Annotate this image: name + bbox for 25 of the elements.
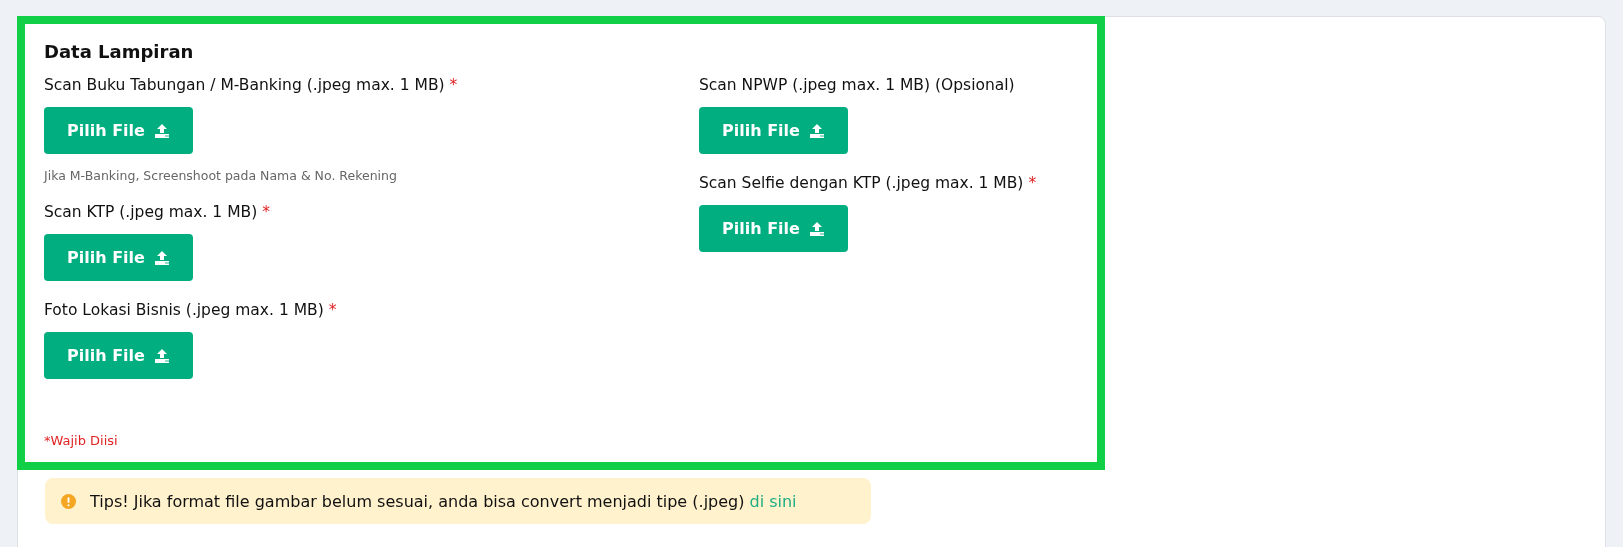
field-label: Scan Buku Tabungan / M-Banking (.jpeg max. 1 MB) — [44, 76, 445, 94]
upload-icon — [153, 347, 170, 364]
choose-file-button[interactable]: Pilih File — [44, 234, 193, 281]
choose-file-button[interactable]: Pilih File — [699, 205, 848, 252]
tip-link[interactable]: di sini — [749, 491, 797, 511]
field-label: Scan NPWP (.jpeg max. 1 MB) (Opsional) — [699, 76, 1015, 94]
required-mark: * — [262, 203, 270, 221]
choose-file-button[interactable]: Pilih File — [44, 107, 193, 154]
choose-file-button[interactable]: Pilih File — [44, 332, 193, 379]
required-note: *Wajib Diisi — [44, 433, 119, 448]
upload-icon — [808, 220, 825, 237]
section-title: Data Lampiran — [44, 41, 195, 62]
field-label: Scan Selfie dengan KTP (.jpeg max. 1 MB) — [699, 174, 1024, 192]
tip-text: Tips! Jika format file gambar belum sesuai, anda bisa convert menjadi tipe (.jpeg) — [90, 491, 745, 511]
required-mark: * — [328, 301, 337, 319]
warning-icon — [61, 493, 76, 509]
upload-icon — [153, 122, 170, 139]
required-mark: * — [1028, 174, 1037, 192]
upload-icon — [808, 122, 825, 139]
choose-file-button[interactable]: Pilih File — [699, 107, 848, 154]
field-label: Scan KTP (.jpeg max. 1 MB) — [44, 203, 258, 221]
field-hint: Jika M-Banking, Screenshoot pada Nama & No. Rekening — [44, 168, 397, 183]
field-label: Foto Lokasi Bisnis (.jpeg max. 1 MB) — [44, 301, 324, 319]
upload-icon — [153, 249, 170, 266]
required-mark: * — [449, 76, 458, 94]
